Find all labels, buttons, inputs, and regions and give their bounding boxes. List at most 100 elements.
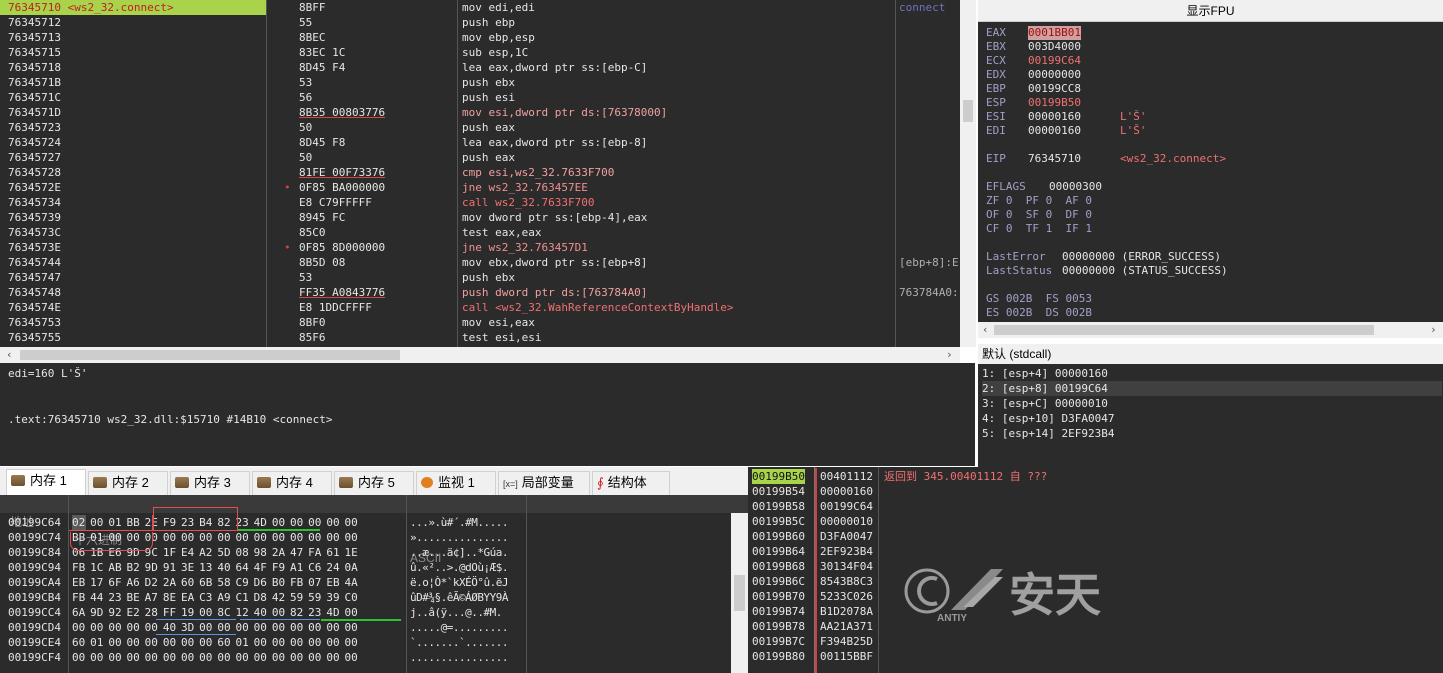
dump-address[interactable]: 00199C74 [8,530,61,545]
register-value[interactable]: 00000000 [1028,68,1081,82]
tab-8[interactable]: ∮ 结构体 [592,471,670,495]
tab-3[interactable]: 内存 3 [170,471,250,495]
call-arg-row[interactable]: 2: [esp+8] 00199C64 [982,381,1442,396]
scroll-right-icon[interactable]: › [1430,323,1437,336]
disasm-row[interactable]: 76345753 8BF0 mov esi,eax [0,315,960,330]
register-value[interactable]: 00000300 [1049,180,1102,194]
dump-address[interactable]: 00199CD4 [8,620,61,635]
disasm-row[interactable]: 7634573E • 0F85 8D000000 jne ws2_32.763457D… [0,240,960,255]
stack-value[interactable]: 00199C64 [820,499,873,514]
stack-value[interactable]: 00000160 [820,484,873,499]
stack-value[interactable]: 00115BBF [820,649,873,664]
dump-vscrollbar[interactable] [731,513,748,673]
disasm-hscrollbar[interactable]: ‹ › [0,347,960,363]
stack-value[interactable]: 2EF923B4 [820,544,873,559]
disasm-row[interactable]: 76345747 53 push ebx [0,270,960,285]
dump-ascii[interactable]: »............... [410,530,508,545]
disasm-row[interactable]: 76345727 50 push eax [0,150,960,165]
stack-value[interactable]: 30134F04 [820,559,873,574]
stack-address[interactable]: 00199B58 [752,499,805,514]
register-line[interactable]: GS 002B FS 0053 [986,292,1092,306]
dump-ascii[interactable]: `.......`....... [410,635,508,650]
dump-ascii[interactable]: ë.o¦Ò*`kXÉÖ°û.ëJ [410,575,508,590]
disasm-row[interactable]: 76345710 <ws2_32.connect> 8BFF mov edi,edi… [0,0,960,15]
tab-6[interactable]: 监视 1 [416,471,496,495]
disasm-row[interactable]: 76345723 50 push eax [0,120,960,135]
dump-address[interactable]: 00199CE4 [8,635,61,650]
calling-convention-select[interactable]: 默认 (stdcall) [978,344,1443,364]
stack-address[interactable]: 00199B80 [752,649,805,664]
dump-address[interactable]: 00199CF4 [8,650,61,665]
register-value[interactable]: 00000000 (STATUS_SUCCESS) [1062,264,1228,278]
scroll-left-icon[interactable]: ‹ [6,348,13,361]
disasm-row[interactable]: 7634574E E8 1DDCFFFF call <ws2_32.WahRefer… [0,300,960,315]
dump-address[interactable]: 00199C84 [8,545,61,560]
register-line[interactable]: EBX 003D4000 [986,40,1081,54]
scroll-thumb[interactable] [994,325,1374,335]
register-line[interactable]: ECX 00199C64 [986,54,1081,68]
registers-hscrollbar[interactable]: ‹ › [978,322,1443,338]
disasm-row[interactable]: 76345728 81FE 00F73376 cmp esi,ws2_32.7633… [0,165,960,180]
disasm-row[interactable]: 7634571B 53 push ebx [0,75,960,90]
scroll-left-icon[interactable]: ‹ [982,323,989,336]
tab-1[interactable]: 内存 1 [6,469,86,495]
register-line[interactable]: CF 0 TF 1 IF 1 [986,222,1092,236]
dump-ascii[interactable]: j..â(ÿ...@..#M. [410,605,502,620]
dump-hex[interactable]: FB 44 23 BE A7 8E EA C3 A9 C1 D8 42 59 5… [72,590,358,605]
stack-value[interactable]: F394B25D [820,634,873,649]
scroll-right-icon[interactable]: › [946,348,953,361]
tab-5[interactable]: 内存 5 [334,471,414,495]
register-line[interactable]: ES 002B DS 002B [986,306,1092,320]
register-line[interactable]: EBP 00199CC8 [986,82,1081,96]
stack-value[interactable]: B1D2078A [820,604,873,619]
stack-value[interactable]: D3FA0047 [820,529,873,544]
register-value[interactable]: 00000160 [1028,110,1081,124]
disasm-row[interactable]: 76345724 8D45 F8 lea eax,dword ptr ss:[ebp… [0,135,960,150]
dump-ascii[interactable]: û.«²..>.@dOù¡Æ$. [410,560,508,575]
register-line[interactable]: ZF 0 PF 0 AF 0 [986,194,1092,208]
disasm-row[interactable]: 7634572E • 0F85 BA000000 jne ws2_32.763457E… [0,180,960,195]
dump-address[interactable]: 00199C64 [8,515,61,530]
stack-address[interactable]: 00199B6C [752,574,805,589]
disasm-row[interactable]: 7634571C 56 push esi [0,90,960,105]
dump-hex[interactable]: EB 17 6F A6 D2 2A 60 6B 58 C9 D6 B0 FB 0… [72,575,358,590]
memory-dump[interactable]: 地址 十六进制 ASCII 00199C64 02 00 01 BB 2E F9 … [0,495,748,673]
stack-value[interactable]: 8543B8C3 [820,574,873,589]
register-line[interactable]: EAX 0001BB01 [986,26,1081,40]
stack-value[interactable]: 00000010 [820,514,873,529]
disasm-row[interactable]: 76345715 83EC 1C sub esp,1C [0,45,960,60]
register-value[interactable]: 0001BB01 [1028,26,1081,40]
tab-7[interactable]: [x=] 局部变量 [498,471,590,495]
dump-hex[interactable]: 00 00 00 00 00 00 00 00 00 00 00 00 00 0… [72,650,358,665]
stack-address[interactable]: 00199B5C [752,514,805,529]
register-line[interactable]: ESP 00199B50 [986,96,1081,110]
register-line[interactable]: EFLAGS 00000300 [986,180,1102,194]
disassembly-view[interactable]: 76345710 <ws2_32.connect> 8BFF mov edi,edi… [0,0,960,347]
disasm-row[interactable]: 76345744 8B5D 08 mov ebx,dword ptr ss:[ebp… [0,255,960,270]
register-line[interactable]: LastError 00000000 (ERROR_SUCCESS) [986,250,1221,264]
stack-address[interactable]: 00199B78 [752,619,805,634]
register-line[interactable]: EDX 00000000 [986,68,1081,82]
register-value[interactable]: 00000160 [1028,124,1081,138]
dump-address[interactable]: 00199CA4 [8,575,61,590]
dump-hex[interactable]: FB 1C AB B2 9D 91 3E 13 40 64 4F F9 A1 C… [72,560,358,575]
disasm-row[interactable]: 76345748 FF35 A0843776 push dword ptr ds:[… [0,285,960,300]
disasm-row[interactable]: 76345718 8D45 F4 lea eax,dword ptr ss:[ebp… [0,60,960,75]
register-value[interactable]: 00199B50 [1028,96,1081,110]
stack-view[interactable]: 00199B50 00401112 返回到 345.00401112 自 ??? 00… [748,467,1443,673]
disasm-row[interactable]: 76345739 8945 FC mov dword ptr ss:[ebp-4],… [0,210,960,225]
stack-address[interactable]: 00199B64 [752,544,805,559]
call-arg-row[interactable]: 4: [esp+10] D3FA0047 [982,411,1442,426]
register-line[interactable]: OF 0 SF 0 DF 0 [986,208,1092,222]
register-value[interactable]: 76345710 [1028,152,1081,166]
dump-ascii[interactable]: .....@=......... [410,620,508,635]
dump-hex[interactable]: 00 00 00 00 00 40 3D 00 00 00 00 00 00 0… [72,620,358,635]
disasm-vscrollbar[interactable] [960,0,976,347]
call-arg-row[interactable]: 1: [esp+4] 00000160 [982,366,1442,381]
scroll-thumb[interactable] [20,350,400,360]
register-value[interactable]: 00199CC8 [1028,82,1081,96]
register-line[interactable]: EIP 76345710 <ws2_32.connect> [986,152,1226,166]
dump-ascii[interactable]: ...».ù#´.#M..... [410,515,508,530]
register-line[interactable]: LastStatus 00000000 (STATUS_SUCCESS) [986,264,1228,278]
dump-ascii[interactable]: ûD#¾§.êÃ©ÁØBYY9À [410,590,508,605]
